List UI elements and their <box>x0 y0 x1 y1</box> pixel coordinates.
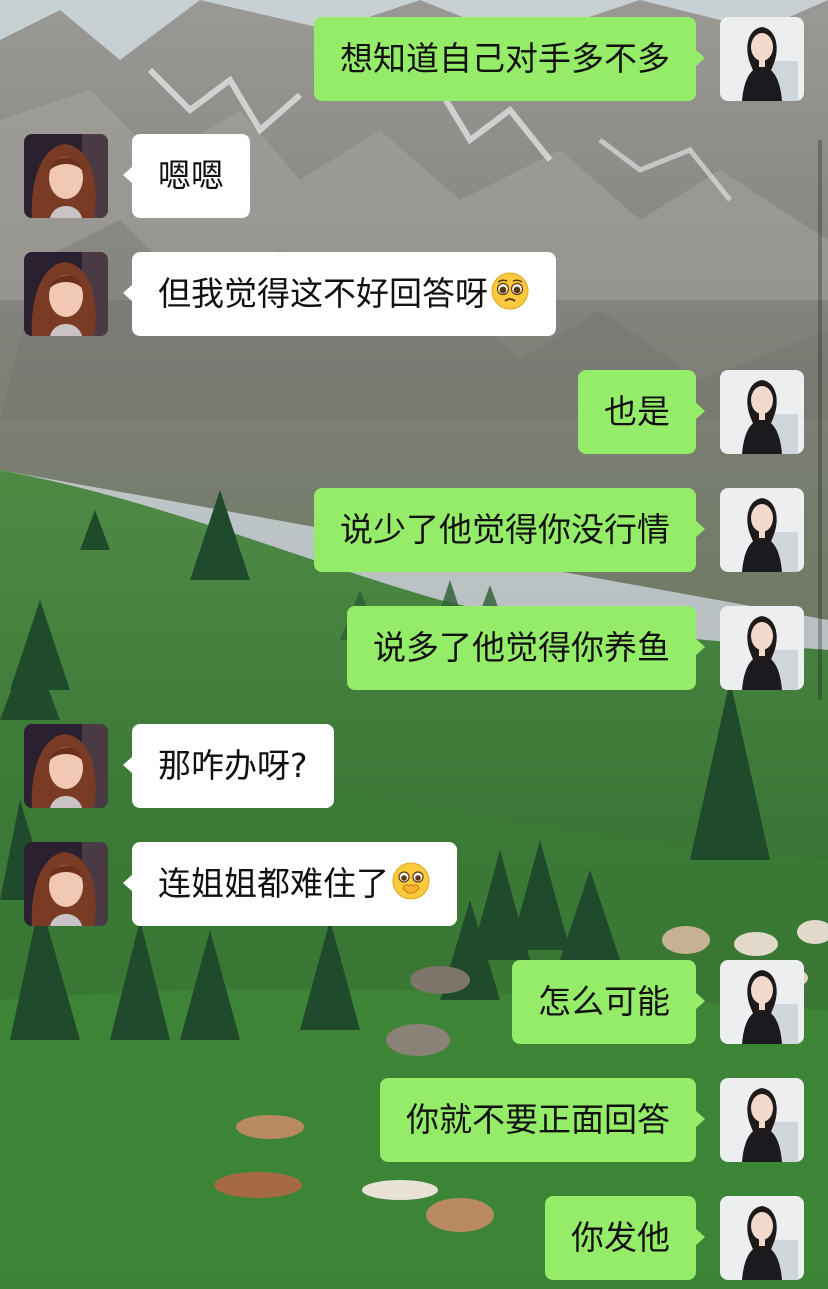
message-bubble-other[interactable]: 但我觉得这不好回答呀 <box>123 252 556 336</box>
avatar-self[interactable] <box>720 370 804 454</box>
message-text: 想知道自己对手多不多 <box>340 39 670 78</box>
face-with-hand-over-mouth-emoji <box>391 861 431 901</box>
chat-message-self: 也是 <box>0 370 828 454</box>
message-bubble-self[interactable]: 说多了他觉得你养鱼 <box>347 606 705 690</box>
message-text: 也是 <box>604 392 670 431</box>
message-bubble-other[interactable]: 嗯嗯 <box>123 134 250 218</box>
chat-message-other: 那咋办呀? <box>0 724 828 808</box>
message-text: 但我觉得这不好回答呀 <box>158 274 488 313</box>
chat-message-self: 说少了他觉得你没行情 <box>0 488 828 572</box>
message-text: 连姐姐都难住了 <box>158 864 389 903</box>
avatar-other[interactable] <box>24 724 108 808</box>
message-bubble-other[interactable]: 连姐姐都难住了 <box>123 842 457 926</box>
message-text: 怎么可能 <box>538 982 670 1021</box>
avatar-self[interactable] <box>720 606 804 690</box>
message-text: 你发他 <box>571 1218 670 1257</box>
chat-message-other: 嗯嗯 <box>0 134 828 218</box>
message-bubble-self[interactable]: 说少了他觉得你没行情 <box>314 488 705 572</box>
message-bubble-self[interactable]: 想知道自己对手多不多 <box>314 17 705 101</box>
avatar-other[interactable] <box>24 842 108 926</box>
avatar-self[interactable] <box>720 960 804 1044</box>
message-bubble-self[interactable]: 也是 <box>578 370 705 454</box>
message-text: 嗯嗯 <box>158 156 224 195</box>
chat-message-other: 连姐姐都难住了 <box>0 842 828 926</box>
chat-message-self: 你就不要正面回答 <box>0 1078 828 1162</box>
message-bubble-self[interactable]: 你发他 <box>545 1196 705 1280</box>
chat-message-list[interactable]: 想知道自己对手多不多 嗯嗯 但我觉得这不好回答呀 也是 说少了他觉得你没行情 说… <box>0 0 828 1289</box>
pleading-face-emoji <box>490 271 530 311</box>
avatar-self[interactable] <box>720 1078 804 1162</box>
message-text: 你就不要正面回答 <box>406 1100 670 1139</box>
message-text: 说多了他觉得你养鱼 <box>373 628 670 667</box>
message-text: 那咋办呀? <box>158 746 308 785</box>
chat-message-self: 说多了他觉得你养鱼 <box>0 606 828 690</box>
avatar-other[interactable] <box>24 252 108 336</box>
chat-message-self: 怎么可能 <box>0 960 828 1044</box>
avatar-self[interactable] <box>720 1196 804 1280</box>
scrollbar[interactable] <box>818 140 822 700</box>
chat-message-self: 你发他 <box>0 1196 828 1280</box>
avatar-other[interactable] <box>24 134 108 218</box>
message-bubble-other[interactable]: 那咋办呀? <box>123 724 334 808</box>
avatar-self[interactable] <box>720 488 804 572</box>
chat-message-other: 但我觉得这不好回答呀 <box>0 252 828 336</box>
message-text: 说少了他觉得你没行情 <box>340 510 670 549</box>
message-bubble-self[interactable]: 你就不要正面回答 <box>380 1078 705 1162</box>
chat-message-self: 想知道自己对手多不多 <box>0 17 828 101</box>
message-bubble-self[interactable]: 怎么可能 <box>512 960 705 1044</box>
avatar-self[interactable] <box>720 17 804 101</box>
